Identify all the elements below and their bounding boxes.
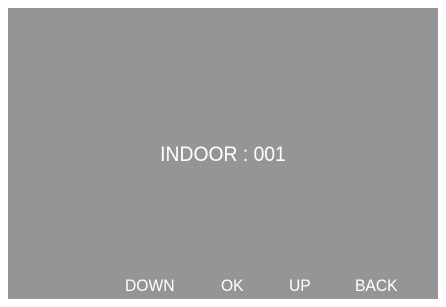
lcd-screen: INDOOR : 001 DOWN OK UP BACK	[8, 8, 438, 299]
indoor-unit-label: INDOOR : 001	[160, 143, 286, 166]
softkey-bar: DOWN OK UP BACK	[8, 276, 438, 298]
down-softkey[interactable]: DOWN	[125, 276, 175, 296]
ok-softkey[interactable]: OK	[221, 276, 244, 296]
back-softkey[interactable]: BACK	[355, 276, 398, 296]
up-softkey[interactable]: UP	[289, 276, 311, 296]
